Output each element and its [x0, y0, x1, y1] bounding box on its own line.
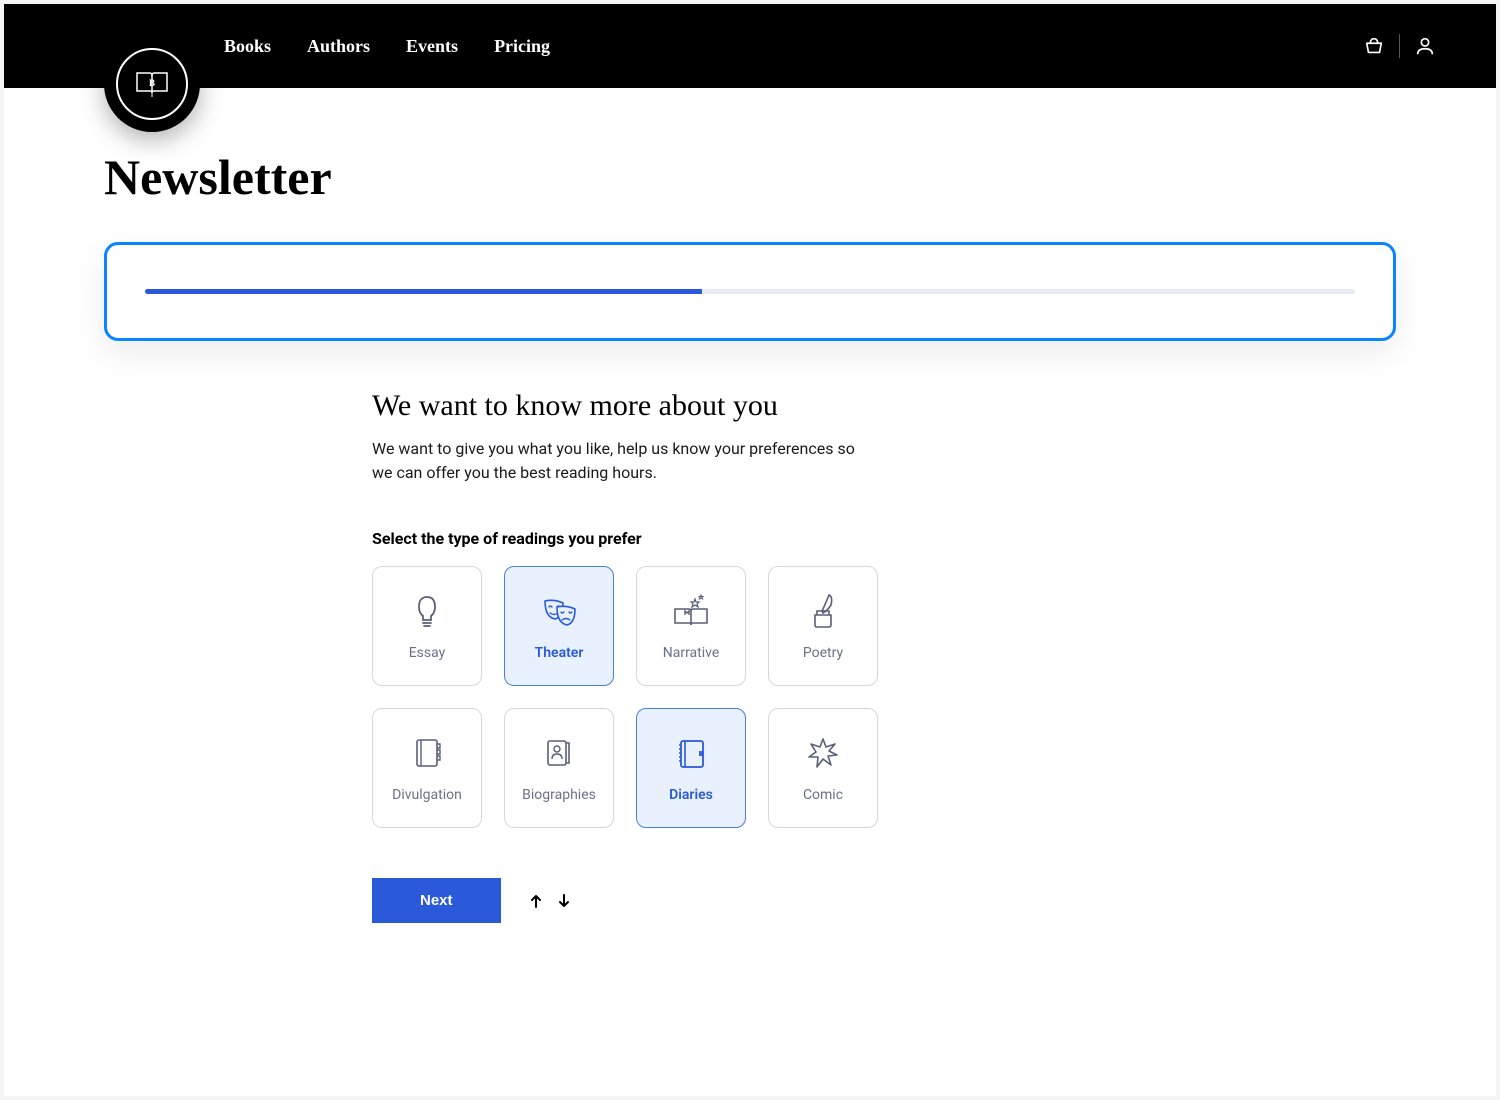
reading-type-grid: Essay Theater	[372, 566, 932, 828]
logo[interactable]: B	[104, 36, 200, 132]
logo-inner: B	[116, 48, 188, 120]
form-select-label: Select the type of readings you prefer	[372, 529, 932, 548]
option-biographies[interactable]: Biographies	[504, 708, 614, 828]
arrow-down-button[interactable]	[555, 892, 573, 910]
arrow-down-icon	[556, 893, 572, 909]
option-label: Diaries	[669, 787, 713, 803]
option-label: Essay	[409, 645, 446, 661]
nav-authors[interactable]: Authors	[307, 36, 370, 57]
option-label: Comic	[803, 787, 843, 803]
option-label: Biographies	[522, 787, 596, 803]
form-subtext: We want to give you what you like, help …	[372, 437, 862, 485]
arrow-nav	[527, 892, 573, 910]
main-nav: Books Authors Events Pricing	[224, 36, 550, 57]
lightbulb-icon	[407, 591, 447, 631]
option-narrative[interactable]: Narrative	[636, 566, 746, 686]
option-theater[interactable]: Theater	[504, 566, 614, 686]
option-divulgation[interactable]: Divulgation	[372, 708, 482, 828]
option-label: Narrative	[663, 645, 720, 661]
notebook-tabs-icon	[407, 733, 447, 773]
option-label: Divulgation	[392, 787, 462, 803]
diary-icon	[671, 733, 711, 773]
progress-fill	[145, 289, 702, 294]
next-button[interactable]: Next	[372, 878, 501, 923]
option-label: Poetry	[803, 645, 843, 661]
option-poetry[interactable]: Poetry	[768, 566, 878, 686]
svg-text:B: B	[149, 78, 155, 88]
form-heading: We want to know more about you	[372, 389, 932, 423]
nav-pricing[interactable]: Pricing	[494, 36, 550, 57]
divider	[1399, 34, 1400, 58]
page-title: Newsletter	[104, 148, 1396, 206]
quill-ink-icon	[803, 591, 843, 631]
option-label: Theater	[535, 645, 584, 661]
nav-events[interactable]: Events	[406, 36, 458, 57]
form-actions: Next	[372, 878, 932, 923]
burst-icon	[803, 733, 843, 773]
nav-books[interactable]: Books	[224, 36, 271, 57]
id-book-icon	[539, 733, 579, 773]
content: Newsletter We want to know more about yo…	[4, 88, 1496, 983]
progress-track	[145, 289, 1355, 294]
book-logo-icon: B	[135, 71, 169, 97]
open-book-stars-icon	[671, 591, 711, 631]
basket-icon[interactable]	[1363, 35, 1385, 57]
option-essay[interactable]: Essay	[372, 566, 482, 686]
user-icon[interactable]	[1414, 35, 1436, 57]
progress-card	[104, 242, 1396, 341]
header-actions	[1363, 34, 1436, 58]
arrow-up-icon	[528, 893, 544, 909]
option-diaries[interactable]: Diaries	[636, 708, 746, 828]
masks-icon	[539, 591, 579, 631]
option-comic[interactable]: Comic	[768, 708, 878, 828]
arrow-up-button[interactable]	[527, 892, 545, 910]
form-area: We want to know more about you We want t…	[372, 389, 932, 923]
header: B Books Authors Events Pricing	[4, 4, 1496, 88]
